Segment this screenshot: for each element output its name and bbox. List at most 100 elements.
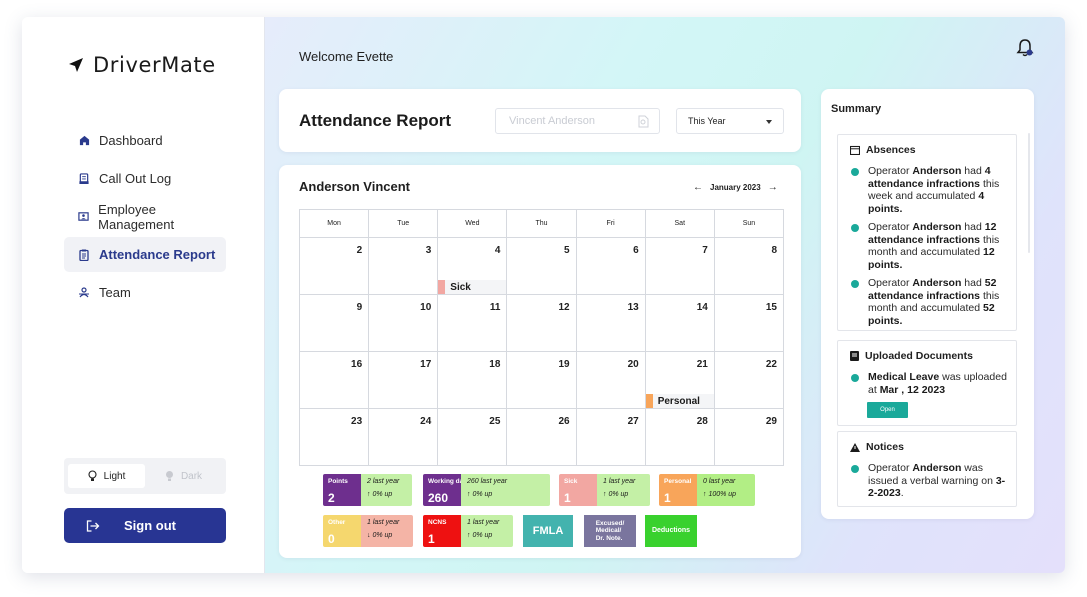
stat-value: 260 (428, 491, 449, 505)
calendar-day[interactable]: 17 (369, 352, 439, 409)
period-select-value: This Year (688, 116, 726, 126)
app-window: DriverMate Dashboard Call Out Log Employ… (22, 17, 1065, 573)
day-number: 27 (627, 416, 639, 427)
absences-section: Absences Operator Anderson had 4 attenda… (837, 134, 1017, 331)
sidebar-item-label: Attendance Report (99, 247, 216, 262)
stat-last-year: 1 last year (367, 519, 400, 526)
day-number: 4 (494, 245, 501, 256)
calendar-day[interactable]: 8 (714, 238, 784, 295)
calendar-day[interactable]: 23 (300, 409, 370, 466)
stat-value: 1 (564, 491, 571, 505)
absence-text: 12 (984, 221, 997, 233)
absence-item: Operator Anderson had 4 attendance infra… (850, 165, 1010, 215)
calendar-day[interactable]: 18 (438, 352, 508, 409)
day-number: 23 (351, 416, 363, 427)
stat-label: Sick (564, 478, 578, 485)
day-number: 14 (696, 302, 708, 313)
clipboard-icon (78, 173, 90, 185)
stat-change: ↑ 0% up (367, 491, 393, 498)
notices-heading: Notices (850, 441, 904, 453)
period-select[interactable]: This Year (676, 108, 784, 134)
absence-text: Operator (868, 165, 913, 177)
calendar-grid: Mon Tue Wed Thu Fri Sat Sun 2 3 4 Sick 5 6 7 8 9 10 11 12 1… (299, 209, 784, 466)
calendar-day[interactable]: 14 (645, 295, 715, 352)
team-icon (78, 287, 90, 299)
calendar-day[interactable]: 6 (576, 238, 646, 295)
calendar-day[interactable]: 29 (714, 409, 784, 466)
sidebar-item-attendance-report[interactable]: Attendance Report (64, 237, 226, 272)
calendar-day[interactable]: 13 (576, 295, 646, 352)
stat-change: ↑ 100% up (703, 491, 737, 498)
theme-light-label: Light (103, 470, 126, 482)
stat-comparison: 0 last year ↑ 100% up (697, 474, 755, 506)
calendar-day[interactable]: 4 Sick (438, 238, 508, 295)
calendar-day[interactable]: 10 (369, 295, 439, 352)
calendar-day[interactable]: 26 (507, 409, 577, 466)
calendar-day[interactable]: 21 Personal (645, 352, 715, 409)
sidebar-item-dashboard[interactable]: Dashboard (64, 123, 226, 158)
notification-bell-icon[interactable] (1016, 38, 1034, 58)
document-item: Medical Leave was uploaded at Mar , 12 2… (850, 371, 1010, 396)
app-name: DriverMate (93, 53, 216, 77)
absence-text: points. (868, 258, 903, 271)
sidebar-item-label: Dashboard (99, 133, 163, 148)
lightbulb-icon (88, 470, 97, 481)
day-number: 13 (627, 302, 639, 313)
theme-dark-option[interactable]: Dark (145, 464, 222, 488)
report-header-card: Attendance Report Vincent Anderson This … (279, 89, 801, 152)
calendar-day[interactable]: 24 (369, 409, 439, 466)
stat-value-block: Personal 1 (659, 474, 697, 506)
calendar-day[interactable]: 12 (507, 295, 577, 352)
calendar-day[interactable]: 5 (507, 238, 577, 295)
calendar-day[interactable]: 7 (645, 238, 715, 295)
absence-text: Anderson (912, 165, 962, 177)
calendar-day[interactable]: 3 (369, 238, 439, 295)
open-document-button[interactable]: Open (867, 402, 908, 418)
calendar-icon (850, 145, 860, 155)
calendar-day[interactable]: 11 (438, 295, 508, 352)
stat-value-block: Other 0 (323, 515, 361, 547)
calendar-day[interactable]: 22 (714, 352, 784, 409)
sign-out-button[interactable]: Sign out (64, 508, 226, 543)
calendar-day[interactable]: 9 (300, 295, 370, 352)
calendar-day[interactable]: 20 (576, 352, 646, 409)
stat-value: 1 (664, 491, 671, 505)
calendar-day[interactable]: 25 (438, 409, 508, 466)
stat-card: Sick 1 1 last year ↑ 0% up (559, 474, 650, 506)
stat-comparison: 1 last year ↓ 0% up (361, 515, 413, 547)
absence-text: 52 (983, 302, 995, 314)
calendar-day[interactable]: 28 (645, 409, 715, 466)
absence-text: points. (868, 202, 903, 215)
absences-heading: Absences (850, 144, 916, 156)
sidebar-item-employee-management[interactable]: Employee Management (64, 199, 226, 234)
summary-scrollbar[interactable] (1028, 133, 1030, 253)
calendar-day[interactable]: 15 (714, 295, 784, 352)
calendar-day[interactable]: 27 (576, 409, 646, 466)
attendance-event[interactable]: Sick (438, 280, 507, 294)
sidebar-item-team[interactable]: Team (64, 275, 226, 310)
day-number: 7 (702, 245, 708, 256)
next-month-arrow-icon[interactable]: → (768, 182, 778, 193)
summary-panel: Summary Absences Operator Anderson had 4… (821, 89, 1034, 519)
stat-comparison: 1 last year ↑ 0% up (461, 515, 513, 547)
absence-text: 4 (984, 165, 991, 177)
month-navigator: ← January 2023 → (693, 182, 778, 193)
calendar-day[interactable]: 16 (300, 352, 370, 409)
navigation-arrow-icon (69, 58, 83, 72)
attendance-event[interactable]: Personal (645, 394, 714, 408)
stat-comparison: 260 last year ↑ 0% up (461, 474, 550, 506)
absence-text: attendance infractions (868, 177, 981, 190)
calendar-day[interactable]: 2 (300, 238, 370, 295)
logout-icon (86, 519, 100, 532)
stat-card: Other 0 1 last year ↓ 0% up (323, 515, 413, 547)
stat-value: 0 (328, 532, 335, 546)
day-number: 26 (558, 416, 570, 427)
sidebar-item-call-out-log[interactable]: Call Out Log (64, 161, 226, 196)
theme-light-option[interactable]: Light (68, 464, 145, 488)
employee-search-input[interactable]: Vincent Anderson (495, 108, 660, 134)
day-number: 29 (765, 416, 777, 427)
previous-month-arrow-icon[interactable]: ← (693, 182, 703, 193)
calendar-day[interactable]: 19 (507, 352, 577, 409)
status-dot (851, 168, 859, 176)
stat-value-block: Sick 1 (559, 474, 597, 506)
